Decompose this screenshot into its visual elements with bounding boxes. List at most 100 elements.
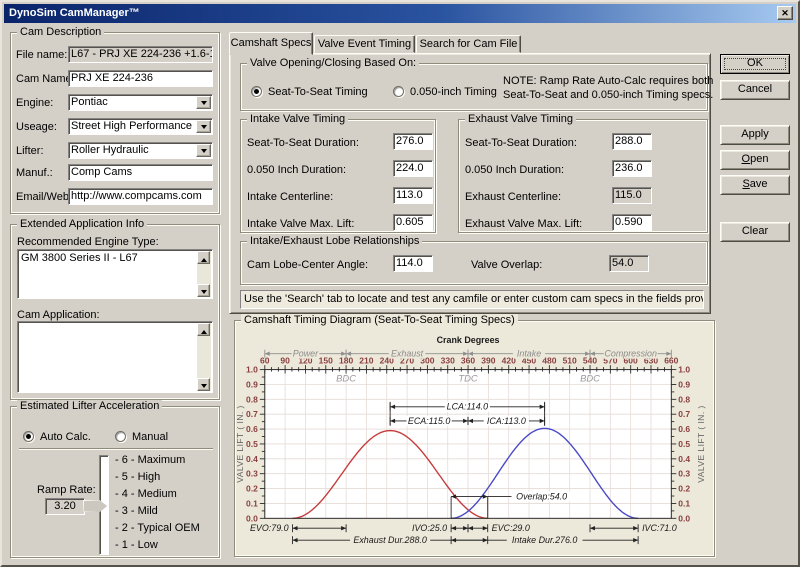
valve-event-label: EVC:29.0 [492,523,530,533]
inch-timing-label: 0.050-inch Timing [410,86,497,99]
lifter-acceleration-title: Estimated Lifter Acceleration [17,400,162,413]
y-tick-label: 0.2 [678,484,690,494]
exhaust-050-duration-field[interactable]: 236.0 [612,160,652,177]
y-tick-label: 0.1 [678,498,690,508]
scroll-up-icon[interactable] [197,251,210,264]
cancel-button[interactable]: Cancel [720,80,790,100]
valve-event-label: EVO:79.0 [250,523,289,533]
manuf-label: Manuf.: [16,167,53,180]
valve-overlap-label: Valve Overlap: [471,259,542,272]
y-tick-label: 0.9 [678,379,690,389]
y-tick-label: 0.9 [246,379,258,389]
email-web-label: Email/Web: [16,191,72,204]
cam-application-textarea[interactable] [17,321,213,393]
valve-event-label: IVO:25.0 [412,523,447,533]
scroll-down-icon[interactable] [197,378,210,391]
y-tick-label: 0.0 [678,513,690,523]
manual-radio[interactable] [115,431,126,442]
clear-button[interactable]: Clear [720,222,790,242]
intake-max-lift-field[interactable]: 0.605 [393,214,433,231]
chevron-down-icon[interactable] [196,120,211,133]
eca-annotation: ECA:115.0 [408,416,450,426]
chart-shape [341,526,346,530]
valve-lift-label-left: VALVE LIFT ( IN. ) [235,405,245,483]
engine-combobox[interactable]: Pontiac [68,94,213,111]
title-bar[interactable]: DynoSim CamManager™ ✕ [4,4,796,23]
valve-basis-group: Valve Opening/Closing Based On: Seat-To-… [240,63,708,111]
ramp-note-line1: NOTE: Ramp Rate Auto-Calc requires both [503,75,713,88]
inch-timing-radio[interactable] [393,86,404,97]
close-icon[interactable]: ✕ [777,6,793,20]
file-name-field[interactable]: L67 - PRJ XE 224-236 +1.6-1. [68,46,213,63]
scrollbar[interactable] [197,323,211,391]
scroll-down-icon[interactable] [197,284,210,297]
intake-valve-timing-group: Intake Valve Timing Seat-To-Seat Duratio… [240,119,436,233]
chart-shape [633,538,638,542]
duration-label: Intake Dur.276.0 [512,535,578,545]
manuf-field[interactable]: Comp Cams [68,164,213,181]
chart-shape [451,526,456,530]
timing-diagram-title: Camshaft Timing Diagram (Seat-To-Seat Ti… [241,314,518,327]
chevron-down-icon[interactable] [196,96,211,109]
clear-label: Clear [721,223,789,240]
recommended-engine-type-label: Recommended Engine Type: [17,236,159,249]
duration-label: Exhaust Dur.288.0 [353,535,426,545]
recommended-engine-type-value: GM 3800 Series II - L67 [21,252,138,264]
dead-center-label: TDC [458,372,478,383]
lifter-label: Lifter: [16,145,44,158]
scrollbar[interactable] [197,251,211,297]
exhaust-max-lift-field[interactable]: 0.590 [612,214,652,231]
email-web-field[interactable]: http://www.compcams.com [68,188,213,205]
lobe-center-angle-label: Cam Lobe-Center Angle: [247,259,368,272]
intake-centerline-field[interactable]: 113.0 [393,187,433,204]
recommended-engine-type-textarea[interactable]: GM 3800 Series II - L67 [17,249,213,299]
dead-center-label: BDC [580,372,600,383]
overlap-annotation: Overlap:54.0 [516,492,567,502]
y-tick-label: 0.4 [678,454,690,464]
ramp-rate-label: Ramp Rate: [37,484,96,497]
valve-event-label: IVC:71.0 [642,523,677,533]
seat-to-seat-label: Seat-To-Seat Timing [268,86,368,99]
chart-shape [463,526,468,530]
chart-shape [468,526,473,530]
exhaust-sts-duration-field[interactable]: 288.0 [612,133,652,150]
ok-label: OK [721,55,789,72]
tab-search-for-cam-file[interactable]: Search for Cam File [416,35,521,53]
cam-name-field[interactable]: PRJ XE 224-236 [68,70,213,87]
y-tick-label: 0.6 [678,424,690,434]
x-tick-label: 210 [359,356,373,366]
exhaust-max-lift-label: Exhaust Valve Max. Lift: [465,218,582,231]
timing-diagram-group: Camshaft Timing Diagram (Seat-To-Seat Ti… [234,320,715,557]
valve-lift-label-right: VALVE LIFT ( IN. ) [696,405,706,483]
x-tick-label: 510 [563,356,577,366]
crank-degrees-label: Crank Degrees [437,335,500,345]
save-button[interactable]: Save [720,175,790,195]
ramp-rate-value: 3.20 [45,498,85,515]
cancel-label: Cancel [721,81,789,98]
ok-button[interactable]: OK [720,54,790,74]
timing-diagram-svg: BDCTDCBDC6090120150180210240270300330360… [235,321,714,556]
open-button[interactable]: Open [720,150,790,170]
auto-calc-radio[interactable] [23,431,34,442]
intake-050-duration-field[interactable]: 224.0 [393,160,433,177]
intake-sts-duration-label: Seat-To-Seat Duration: [247,137,359,150]
useage-combobox[interactable]: Street High Performance [68,118,213,135]
y-tick-label: 1.0 [678,365,690,375]
scroll-up-icon[interactable] [197,323,210,336]
chart-shape [483,526,488,530]
y-tick-label: 1.0 [246,365,258,375]
lobe-center-angle-field[interactable]: 114.0 [393,255,433,272]
lca-annotation: LCA:114.0 [447,402,488,412]
lifter-combobox[interactable]: Roller Hydraulic [68,142,213,159]
chart-shape [590,526,595,530]
tab-camshaft-specs[interactable]: Camshaft Specs [229,32,313,55]
intake-sts-duration-field[interactable]: 276.0 [393,133,433,150]
exhaust-centerline-field: 115.0 [612,187,652,204]
chevron-down-icon[interactable] [196,144,211,157]
ramp-scale-label: - 2 - Typical OEM [115,520,200,537]
cam-name-label: Cam Name: [16,73,75,86]
seat-to-seat-radio[interactable] [251,86,262,97]
apply-button[interactable]: Apply [720,125,790,145]
open-label: Open [721,151,789,168]
tab-valve-event-timing[interactable]: Valve Event Timing [314,35,415,53]
